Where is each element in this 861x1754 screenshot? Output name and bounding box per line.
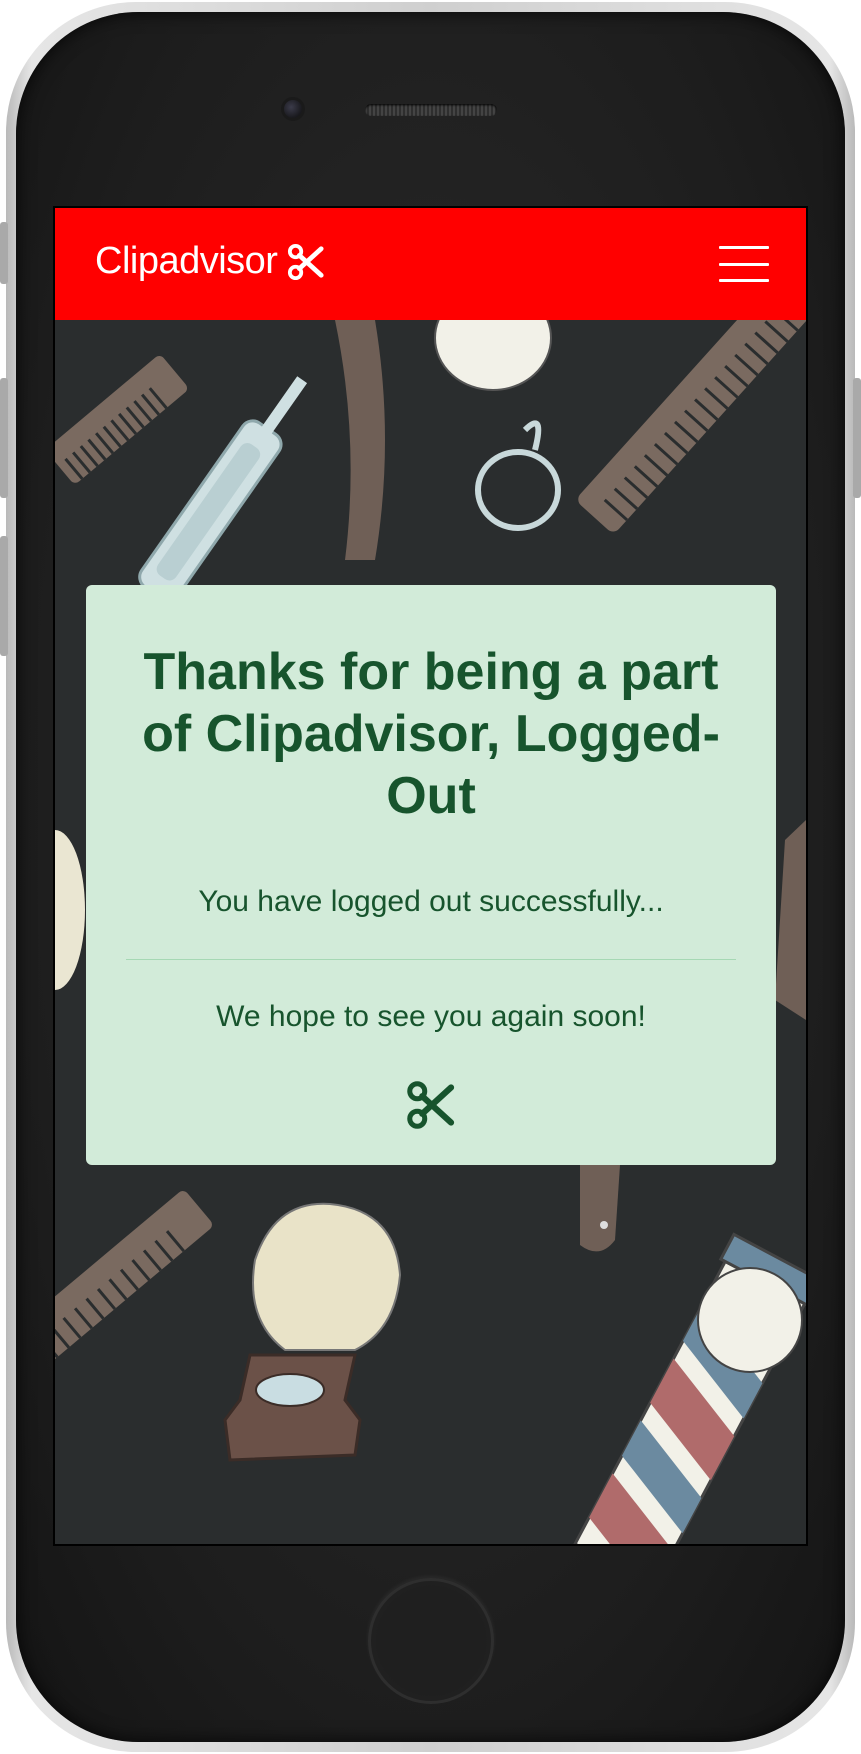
app-screen: Clipadvisor Thanks for being a part of C…	[55, 208, 806, 1544]
scissors-icon	[288, 243, 325, 280]
logout-card: Thanks for being a part of Clipadvisor, …	[86, 585, 776, 1165]
hamburger-line	[719, 262, 769, 266]
home-button[interactable]	[368, 1578, 494, 1704]
farewell-message: We hope to see you again soon!	[216, 1000, 646, 1033]
logout-success-message: You have logged out successfully...	[198, 885, 664, 918]
earpiece-speaker	[365, 104, 497, 116]
top-navbar: Clipadvisor	[55, 208, 806, 320]
phone-volume-up	[0, 378, 8, 498]
phone-silent-switch	[0, 222, 8, 284]
hamburger-line	[719, 246, 769, 249]
hamburger-line	[719, 279, 769, 282]
scissors-icon	[407, 1081, 455, 1129]
hamburger-menu-icon[interactable]	[719, 246, 769, 282]
divider	[126, 959, 736, 960]
brand-name: Clipadvisor	[95, 240, 278, 282]
logout-heading: Thanks for being a part of Clipadvisor, …	[142, 643, 720, 825]
front-camera	[284, 100, 302, 118]
brand-logo-link[interactable]: Clipadvisor	[95, 240, 325, 283]
phone-power-button	[853, 378, 861, 498]
phone-volume-down	[0, 536, 8, 656]
